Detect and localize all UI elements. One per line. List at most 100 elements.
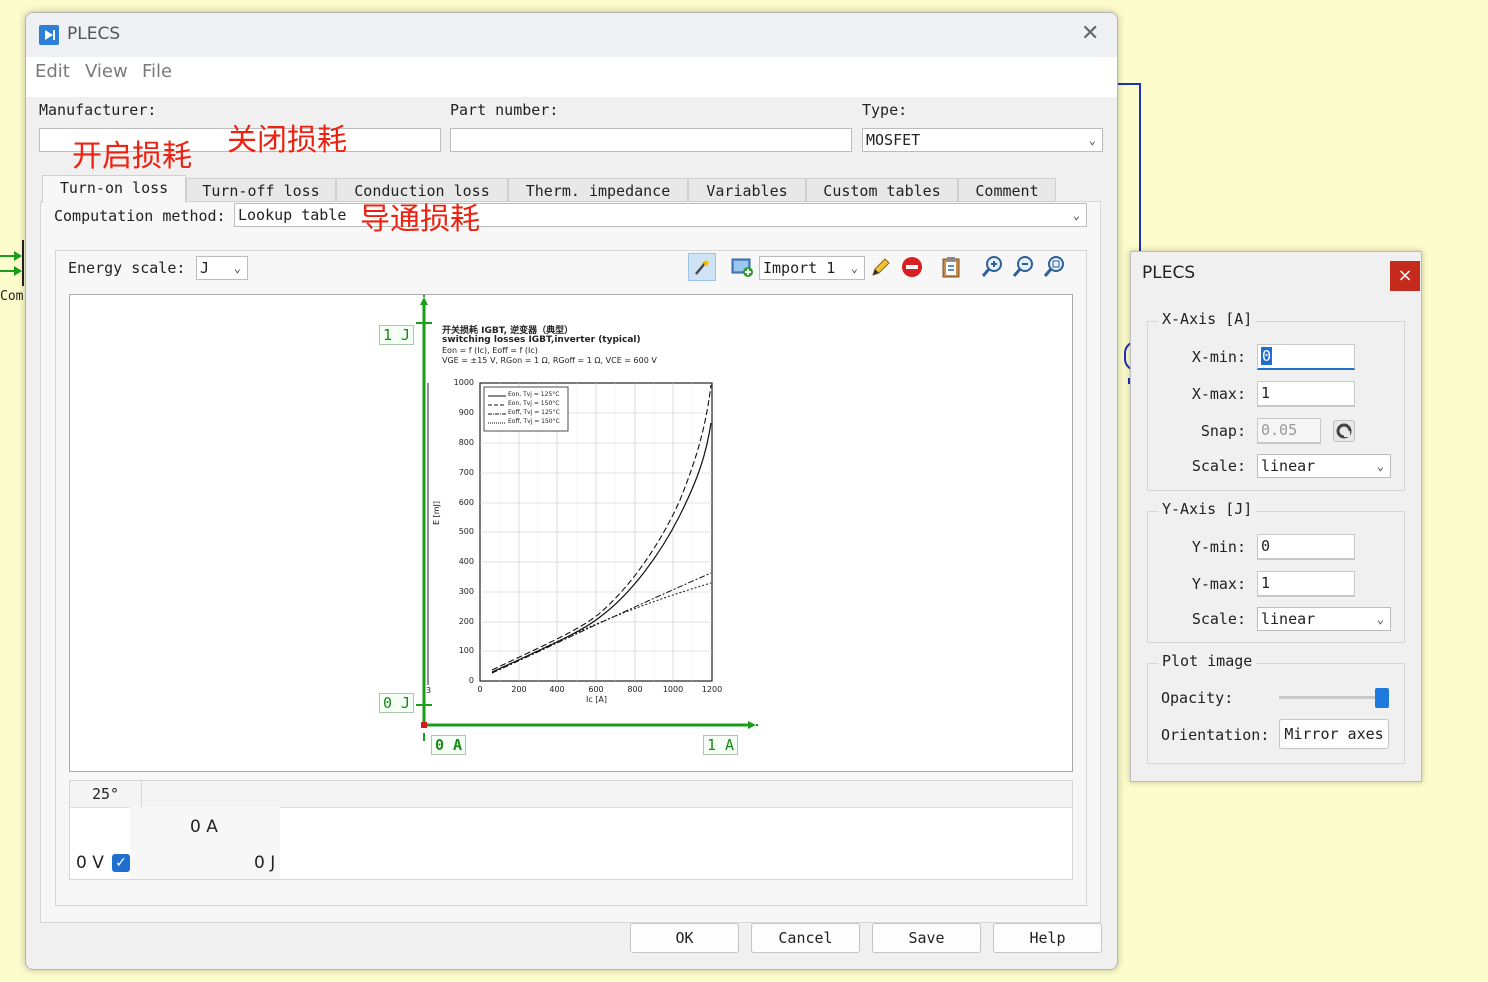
y-min-tag[interactable]: 0 J (379, 693, 415, 713)
opacity-slider-track (1279, 696, 1389, 699)
annotation-turn-off: 关闭损耗 (227, 123, 347, 158)
x-tick: 600 (588, 685, 604, 694)
annotation-conduction: 导通损耗 (360, 202, 480, 237)
chevron-down-icon: ⌄ (850, 261, 858, 275)
type-select[interactable]: MOSFET ⌄ (862, 128, 1103, 152)
chevron-down-icon: ⌄ (1376, 612, 1384, 626)
tab-custom-tables[interactable]: Custom tables (806, 178, 958, 202)
x-max-field[interactable]: 1 (1257, 381, 1355, 407)
ok-button[interactable]: OK (630, 923, 739, 953)
close-button[interactable]: ✕ (1081, 21, 1099, 46)
opacity-slider[interactable] (1279, 688, 1389, 708)
part-number-field[interactable] (450, 128, 852, 152)
table-header-strip (70, 781, 1072, 808)
menu-file[interactable]: File (142, 61, 172, 82)
lookup-table: 25° 0 A 0 V ✓ 0 J (69, 780, 1073, 880)
computation-method-label: Computation method: (54, 207, 226, 225)
y-tick: 400 (458, 557, 474, 566)
magic-wand-icon[interactable] (688, 253, 716, 281)
computation-method-value: Lookup table (238, 206, 347, 224)
x-max-tag[interactable]: 1 A (703, 735, 739, 755)
legend-entry: Eoff, Tvj = 150°C (508, 418, 560, 425)
y-tick: 200 (458, 617, 474, 626)
voltage-header[interactable]: 0 V (76, 853, 104, 873)
datasheet-ylabel: E [mJ] (432, 501, 441, 525)
x-scale-select[interactable]: linear ⌄ (1257, 454, 1391, 478)
opacity-slider-thumb[interactable] (1375, 688, 1389, 708)
y-tick: 500 (458, 527, 474, 536)
dialog-close-button[interactable]: × (1390, 261, 1420, 291)
title-bar: PLECS ✕ (26, 13, 1117, 57)
y-scale-value: linear (1261, 610, 1316, 628)
mirror-axes-button[interactable]: Mirror axes (1279, 719, 1389, 749)
opacity-label: Opacity: (1161, 689, 1234, 707)
add-image-icon[interactable] (728, 253, 756, 281)
current-header[interactable]: 0 A (190, 817, 218, 837)
manufacturer-label: Manufacturer: (39, 101, 157, 119)
clipboard-icon[interactable] (937, 253, 965, 281)
energy-scale-value: J (200, 259, 210, 277)
snap-label: Snap: (1200, 422, 1246, 440)
energy-scale-select[interactable]: J ⌄ (196, 256, 248, 280)
legend-entry: Eon, Tvj = 125°C (508, 391, 560, 398)
cancel-button[interactable]: Cancel (751, 923, 860, 953)
dialog-title: PLECS (1142, 263, 1196, 283)
y-max-field[interactable]: 1 (1257, 571, 1355, 597)
legend-entry: Eoff, Tvj = 125°C (508, 409, 560, 416)
datasheet-subtitle-1: Eon = f (Ic), Eoff = f (Ic) (442, 346, 538, 355)
x-tick: 800 (627, 685, 643, 694)
x-tick: 1200 (701, 685, 723, 694)
import-select[interactable]: Import 1 ⌄ (759, 256, 865, 280)
x-min-tag[interactable]: 0 A (431, 735, 467, 755)
chevron-down-icon: ⌄ (233, 261, 241, 275)
snap-toggle-icon[interactable] (1333, 420, 1355, 442)
save-button[interactable]: Save (872, 923, 981, 953)
plot-image-group-title: Plot image (1158, 652, 1257, 670)
datasheet-title-en: switching losses IGBT,inverter (typical) (442, 335, 641, 345)
y-tick: 100 (458, 646, 474, 655)
y-min-field[interactable]: 0 (1257, 534, 1355, 560)
x-tick: 400 (549, 685, 565, 694)
x-scale-value: linear (1261, 457, 1316, 475)
datasheet-subtitle-2: VGE = ±15 V, RGon = 1 Ω, RGoff = 1 Ω, VC… (442, 356, 657, 365)
tab-therm-impedance[interactable]: Therm. impedance (508, 178, 688, 202)
tab-variables[interactable]: Variables (688, 178, 806, 202)
axis-settings-dialog: PLECS × X-Axis [A] X-min: 0 X-max: 1 Sna… (1130, 251, 1422, 782)
delete-icon[interactable] (898, 253, 926, 281)
checkbox[interactable]: ✓ (112, 854, 130, 872)
zoom-fit-icon[interactable] (1041, 253, 1069, 281)
x-scale-label: Scale: (1191, 457, 1246, 475)
zoom-in-icon[interactable] (979, 253, 1007, 281)
help-button[interactable]: Help (993, 923, 1102, 953)
tab-comment[interactable]: Comment (958, 178, 1056, 202)
datasheet-xlabel: Ic [A] (586, 695, 608, 704)
window-title: PLECS (67, 24, 121, 44)
zoom-out-icon[interactable] (1010, 253, 1038, 281)
y-tick: 300 (458, 587, 474, 596)
x-tick: 200 (511, 685, 527, 694)
x-min-field[interactable]: 0 (1257, 344, 1355, 370)
y-tick: 800 (458, 438, 474, 447)
plecs-logo-icon (39, 25, 59, 45)
temperature-header[interactable]: 25° (70, 781, 142, 807)
pencil-icon[interactable] (867, 253, 895, 281)
y-scale-select[interactable]: linear ⌄ (1257, 607, 1391, 631)
schematic-wire (1139, 83, 1141, 253)
x-tick: 1000 (662, 685, 684, 694)
tab-turn-off-loss[interactable]: Turn-off loss (186, 178, 336, 202)
energy-cell[interactable]: 0 J (254, 853, 275, 873)
x-tick: 0 (477, 685, 483, 694)
part-number-label: Part number: (450, 101, 559, 119)
schematic-label: Com (0, 289, 24, 304)
tab-turn-on-loss[interactable]: Turn-on loss (42, 175, 186, 203)
menu-edit[interactable]: Edit (35, 61, 70, 82)
schematic-arrow (14, 266, 22, 276)
plot-canvas[interactable]: 开关损耗 IGBT, 逆变器（典型） switching losses IGBT… (69, 294, 1073, 772)
y-max-tag[interactable]: 1 J (379, 325, 415, 345)
y-max-label: Y-max: (1191, 575, 1246, 593)
menu-bar (26, 57, 1117, 97)
close-icon: × (1397, 265, 1413, 286)
snap-field[interactable]: 0.05 (1257, 418, 1321, 444)
chevron-down-icon: ⌄ (1072, 208, 1080, 222)
menu-view[interactable]: View (85, 61, 128, 82)
